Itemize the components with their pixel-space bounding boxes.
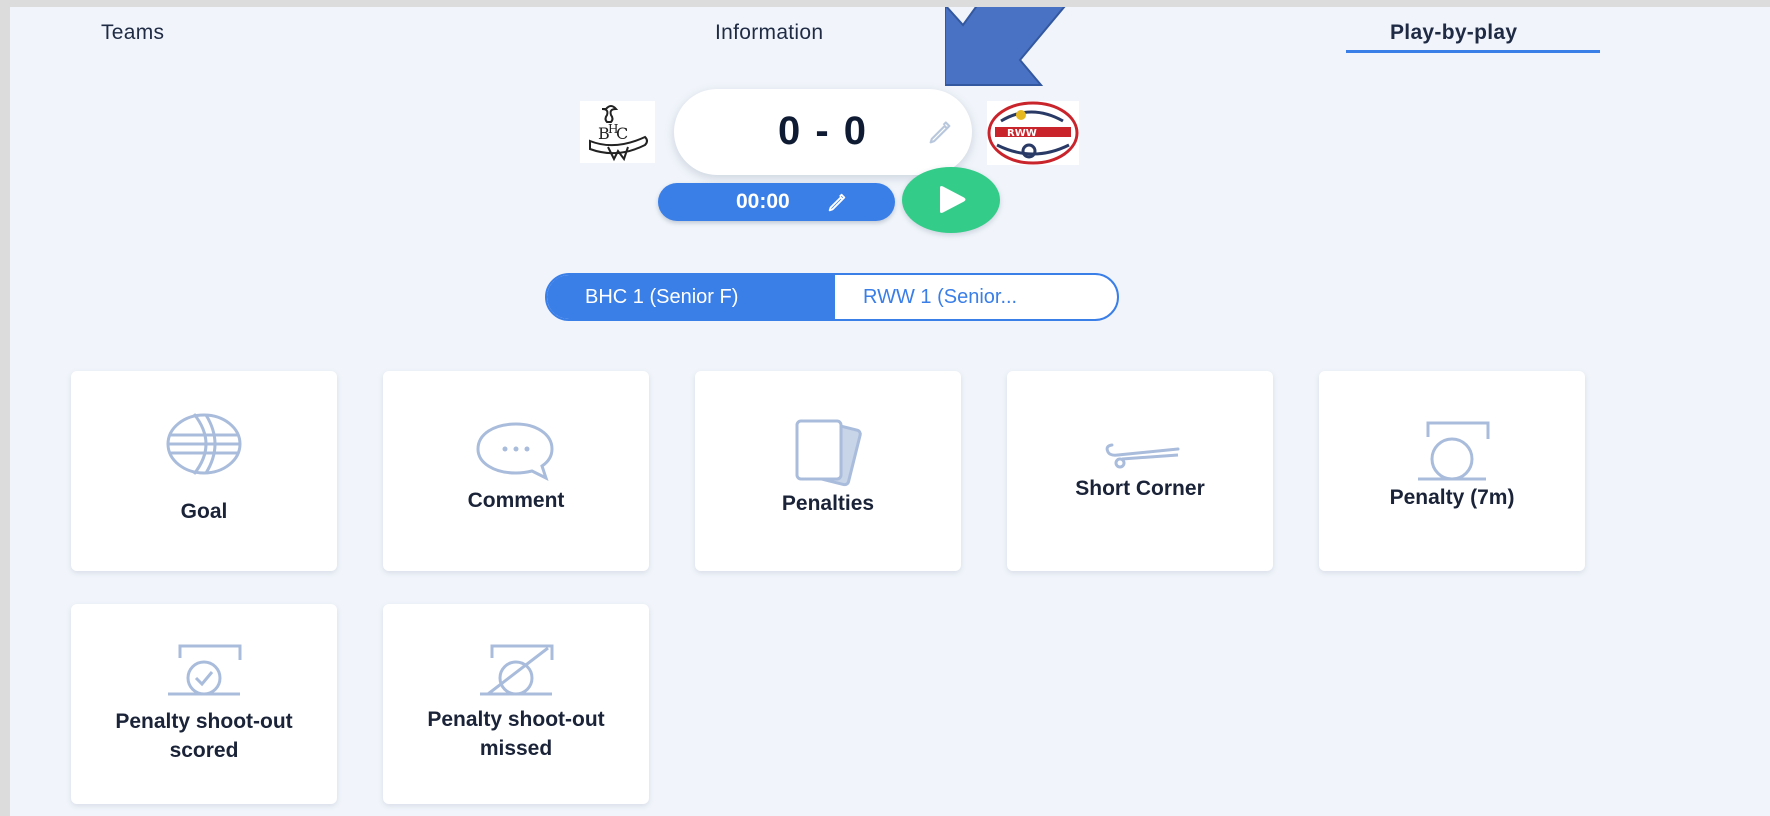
hockey-stick-icon bbox=[1105, 443, 1180, 469]
score-display[interactable]: 0 - 0 bbox=[674, 89, 972, 175]
action-label-short-corner: Short Corner bbox=[1075, 477, 1205, 500]
home-team-logo: B H C bbox=[580, 101, 655, 163]
shootout-scored-icon bbox=[168, 644, 242, 696]
action-card-shootout-missed[interactable]: Penalty shoot-out missed bbox=[383, 604, 649, 804]
away-team-logo: RWW bbox=[987, 101, 1079, 165]
action-label-penalty-7m: Penalty (7m) bbox=[1389, 486, 1515, 509]
pencil-icon[interactable] bbox=[926, 119, 954, 147]
penalty-goal-icon bbox=[1418, 421, 1490, 481]
tab-information[interactable]: Information bbox=[715, 21, 823, 45]
play-button[interactable] bbox=[902, 167, 1000, 233]
shootout-missed-icon bbox=[480, 644, 554, 696]
team-selector: BHC 1 (Senior F) RWW 1 (Senior... bbox=[545, 273, 1119, 321]
comment-bubble-icon bbox=[476, 422, 554, 481]
action-label-shootout-missed-line1: Penalty shoot-out bbox=[427, 708, 605, 731]
svg-text:C: C bbox=[616, 124, 628, 143]
action-label-goal: Goal bbox=[180, 500, 228, 523]
annotation-arrow-icon bbox=[945, 7, 1066, 86]
action-label-shootout-missed-line2: missed bbox=[479, 737, 553, 760]
team-option-home-label: BHC 1 (Senior F) bbox=[585, 286, 739, 308]
action-label-shootout-scored-line1: Penalty shoot-out bbox=[115, 710, 293, 733]
match-clock[interactable]: 00:00 bbox=[658, 183, 895, 221]
cards-icon bbox=[795, 419, 862, 487]
action-label-comment: Comment bbox=[467, 489, 565, 512]
goal-icon bbox=[166, 413, 242, 475]
action-card-penalty-7m[interactable]: Penalty (7m) bbox=[1319, 371, 1585, 571]
action-card-comment[interactable]: Comment bbox=[383, 371, 649, 571]
clock-value: 00:00 bbox=[736, 190, 790, 213]
active-tab-indicator bbox=[1346, 50, 1600, 53]
team-option-away-label: RWW 1 (Senior... bbox=[863, 286, 1018, 308]
play-icon bbox=[940, 186, 966, 213]
svg-text:RWW: RWW bbox=[1007, 128, 1037, 139]
app-window: Teams Information Play-by-play B H C 0 -… bbox=[10, 7, 1770, 816]
tab-teams[interactable]: Teams bbox=[101, 21, 164, 45]
team-option-home[interactable]: BHC 1 (Senior F) bbox=[547, 275, 835, 319]
action-card-goal[interactable]: Goal bbox=[71, 371, 337, 571]
action-card-penalties[interactable]: Penalties bbox=[695, 371, 961, 571]
action-label-shootout-scored: Penalty shoot-out scored bbox=[71, 707, 337, 765]
action-card-shootout-scored[interactable]: Penalty shoot-out scored bbox=[71, 604, 337, 804]
action-label-shootout-scored-line2: scored bbox=[169, 739, 239, 762]
team-option-away[interactable]: RWW 1 (Senior... bbox=[835, 275, 1117, 319]
action-label-shootout-missed: Penalty shoot-out missed bbox=[383, 705, 649, 763]
tab-play-by-play[interactable]: Play-by-play bbox=[1390, 21, 1517, 45]
pencil-icon[interactable] bbox=[826, 192, 848, 214]
action-card-short-corner[interactable]: Short Corner bbox=[1007, 371, 1273, 571]
action-label-penalties: Penalties bbox=[781, 492, 875, 515]
